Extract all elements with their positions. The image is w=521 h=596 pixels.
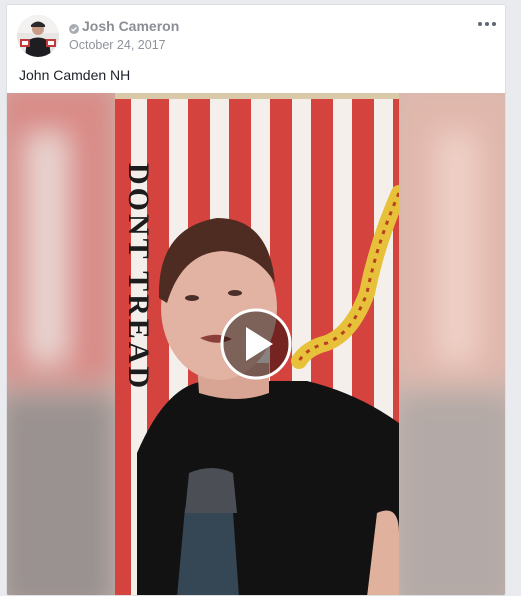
flag-text: DONT TREAD [122,163,155,391]
more-options-button[interactable] [477,17,497,31]
author-name[interactable]: Josh Cameron [82,18,179,34]
post-card: Josh Cameron October 24, 2017 John Camde… [6,4,506,596]
more-options-icon [478,22,496,26]
post-header: Josh Cameron October 24, 2017 [7,5,505,65]
post-text: John Camden NH [19,67,131,83]
play-button[interactable] [220,308,292,380]
avatar[interactable] [17,15,59,57]
video-thumbnail: DONT TREAD [7,93,505,595]
author-line: Josh Cameron [69,18,179,34]
video-player[interactable]: DONT TREAD [7,93,505,595]
verified-badge-icon [69,21,79,34]
post-date[interactable]: October 24, 2017 [69,38,166,52]
